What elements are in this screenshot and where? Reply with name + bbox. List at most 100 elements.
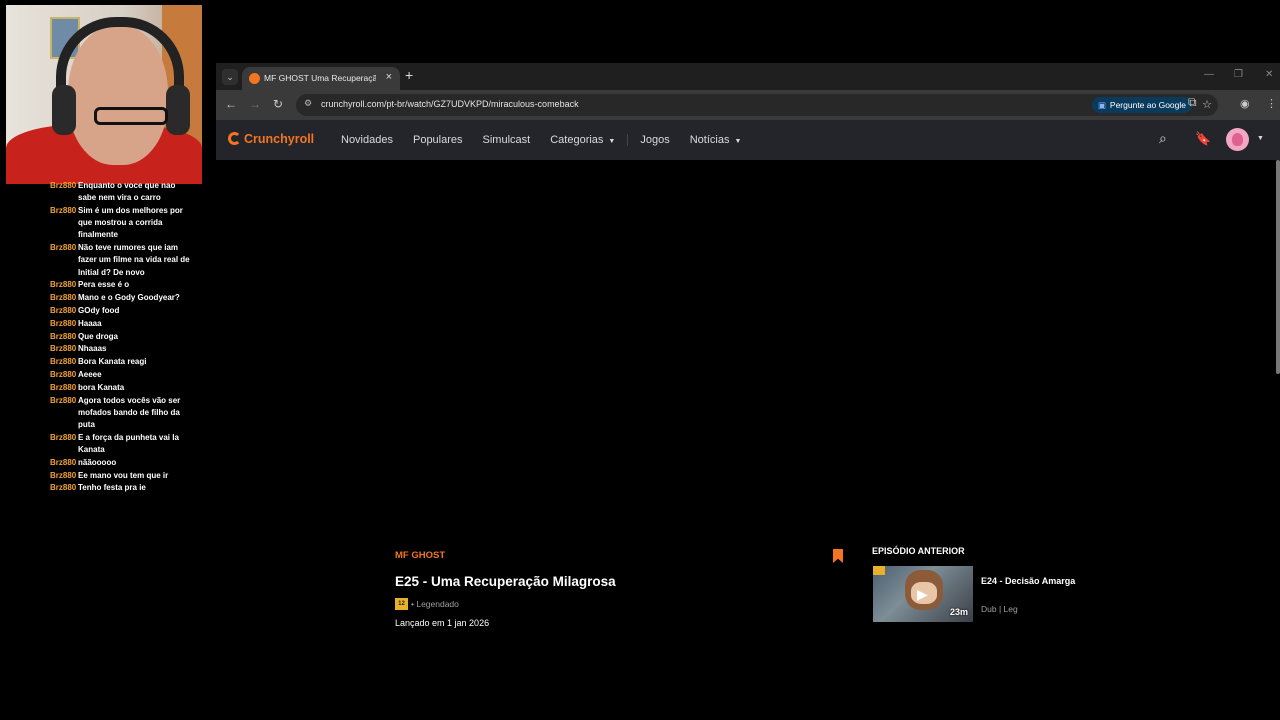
subtitle-label: • Legendado	[411, 599, 459, 609]
chat-username[interactable]: Brz880	[50, 482, 76, 494]
watchlist-bookmark-icon[interactable]: 🔖	[1195, 131, 1211, 147]
avatar[interactable]	[1226, 128, 1249, 151]
forward-icon[interactable]: →	[249, 97, 261, 111]
chat-message: Brz880 E a força da punheta vai la Kanata	[50, 432, 195, 456]
nav-novidades[interactable]: Novidades	[341, 134, 393, 146]
crunchyroll-header: Crunchyroll Novidades Populares Simulcas…	[216, 120, 1280, 160]
chat-message: Brz880 GOdy food	[50, 305, 195, 317]
restore-icon[interactable]: ❐	[1234, 69, 1243, 80]
chat-message: Brz880 Sim é um dos melhores por que most…	[50, 205, 195, 242]
chat-message: Brz880 Não teve rumores que iam fazer um …	[50, 242, 195, 279]
lens-icon: ▣	[1097, 100, 1106, 110]
previous-episode-title[interactable]: E24 - Decisão Amarga	[981, 576, 1075, 586]
crunchyroll-logo[interactable]: Crunchyroll	[228, 132, 314, 146]
tab-search-button[interactable]: ⌄	[222, 69, 238, 85]
chat-username[interactable]: Brz880	[50, 318, 76, 330]
tab-close-icon[interactable]: ×	[386, 71, 392, 83]
show-title-link[interactable]: MF GHOST	[395, 550, 445, 561]
chat-username[interactable]: Brz880	[50, 356, 76, 368]
chat-text: Bora Kanata reagi	[78, 357, 147, 367]
ask-google-button[interactable]: ▣ Pergunte ao Google	[1091, 97, 1192, 113]
ask-google-label: Pergunte ao Google	[1109, 100, 1186, 110]
bookmark-icon[interactable]	[833, 549, 843, 563]
video-player[interactable]	[216, 160, 1280, 520]
chat-username[interactable]: Brz880	[50, 369, 76, 381]
chat-message: Brz880 Ee mano vou tem que ir	[50, 470, 195, 482]
chat-text: Ee mano vou tem que ir	[78, 470, 169, 480]
new-tab-button[interactable]: +	[405, 67, 413, 83]
crunchyroll-favicon-icon	[249, 73, 260, 84]
nav-populares[interactable]: Populares	[413, 134, 463, 146]
tab-strip: ⌄ MF GHOST Uma Recuperação Milagrosa × +…	[216, 63, 1280, 90]
chat-username[interactable]: Brz880	[50, 279, 76, 291]
site-info-icon[interactable]: ⚙	[304, 98, 312, 109]
chat-username[interactable]: Brz880	[50, 305, 76, 317]
back-icon[interactable]: ←	[225, 97, 237, 111]
chat-message: Brz880 Mano e o Gody Goodyear?	[50, 292, 195, 304]
chat-message: Brz880 Enquanto o voce que nao sabe nem v…	[50, 180, 195, 204]
episode-title: E25 - Uma Recuperação Milagrosa	[395, 574, 616, 589]
chat-text: Aeeee	[78, 369, 102, 379]
address-bar[interactable]: ⚙ crunchyroll.com/pt-br/watch/GZ7UDVKPD/…	[296, 94, 1218, 116]
play-icon: ▶	[917, 586, 928, 602]
age-rating-badge: 12	[395, 598, 408, 610]
chat-username[interactable]: Brz880	[50, 395, 76, 407]
chat-text: Não teve rumores que iam fazer um filme …	[78, 243, 190, 277]
chat-text: Mano e o Gody Goodyear?	[78, 293, 180, 303]
previous-episode-meta: Dub | Leg	[981, 604, 1018, 614]
chat-username[interactable]: Brz880	[50, 180, 76, 192]
chat-text: Enquanto o voce que nao sabe nem vira o …	[78, 181, 176, 203]
previous-episode-thumbnail[interactable]: ▶ 23m	[873, 566, 973, 622]
chat-text: GOdy food	[78, 306, 120, 315]
stream-chat: Brz880 Enquanto o voce que nao sabe nem v…	[50, 180, 195, 495]
chat-text: Haaaa	[78, 318, 102, 328]
chat-text: Tenho festa pra ie	[78, 483, 146, 493]
nav-simulcast[interactable]: Simulcast	[483, 134, 531, 146]
chat-username[interactable]: Brz880	[50, 292, 76, 304]
chevron-down-icon[interactable]: ▼	[1257, 135, 1264, 142]
chevron-down-icon: ▼	[608, 138, 616, 145]
chat-text: bora Kanata	[78, 382, 125, 392]
page-scrollbar[interactable]	[1276, 160, 1280, 374]
thumb-rating-badge	[873, 566, 885, 575]
tab-title: MF GHOST Uma Recuperação Milagrosa	[264, 73, 376, 83]
chat-message: Brz880 Agora todos vocês vão ser mofados …	[50, 395, 195, 432]
chat-text: Pera esse é o	[78, 280, 130, 290]
url-text[interactable]: crunchyroll.com/pt-br/watch/GZ7UDVKPD/mi…	[321, 99, 579, 109]
chat-text: Que droga	[78, 331, 119, 341]
chat-text: Sim é um dos melhores por que mostrou a …	[78, 206, 183, 240]
nav-categorias-label: Categorias	[550, 134, 604, 146]
chat-username[interactable]: Brz880	[50, 457, 76, 469]
nav-categorias[interactable]: Categorias ▼	[550, 134, 615, 146]
chat-message: Brz880 Aeeee	[50, 369, 195, 381]
bookmark-star-icon[interactable]: ☆	[1202, 98, 1212, 111]
chat-username[interactable]: Brz880	[50, 382, 76, 394]
nav-noticias[interactable]: Notícias ▼	[690, 134, 742, 146]
browser-window: ⌄ MF GHOST Uma Recuperação Milagrosa × +…	[216, 63, 1280, 640]
chat-message: Brz880 Que droga	[50, 331, 195, 343]
menu-icon[interactable]: ⋮	[1266, 97, 1277, 110]
profile-icon[interactable]: ◉	[1240, 97, 1250, 110]
chat-text: Agora todos vocês vão ser mofados bando …	[78, 395, 181, 429]
nav-jogos[interactable]: Jogos	[627, 134, 670, 146]
chat-username[interactable]: Brz880	[50, 331, 76, 343]
chat-username[interactable]: Brz880	[50, 470, 76, 482]
chat-username[interactable]: Brz880	[50, 205, 76, 217]
nav-noticias-label: Notícias	[689, 134, 730, 146]
search-icon[interactable]: ⌕	[1159, 130, 1167, 147]
minimize-icon[interactable]: —	[1204, 69, 1214, 80]
previous-episode-heading: EPISÓDIO ANTERIOR	[872, 546, 965, 556]
chat-username[interactable]: Brz880	[50, 242, 76, 254]
webcam-overlay	[6, 5, 202, 184]
chat-message: Brz880 Bora Kanata reagi	[50, 356, 195, 368]
webcam-glasses	[94, 107, 168, 125]
browser-toolbar: ← → ↻ ⚙ crunchyroll.com/pt-br/watch/GZ7U…	[216, 90, 1280, 120]
close-window-icon[interactable]: ✕	[1265, 69, 1273, 80]
chat-username[interactable]: Brz880	[50, 343, 76, 355]
install-app-icon[interactable]: ⧉	[1188, 95, 1197, 110]
reload-icon[interactable]: ↻	[273, 97, 283, 111]
episode-duration: 23m	[949, 607, 968, 617]
chat-username[interactable]: Brz880	[50, 432, 76, 444]
tab-active[interactable]: MF GHOST Uma Recuperação Milagrosa ×	[242, 67, 400, 90]
crunchyroll-logo-icon	[228, 132, 241, 145]
